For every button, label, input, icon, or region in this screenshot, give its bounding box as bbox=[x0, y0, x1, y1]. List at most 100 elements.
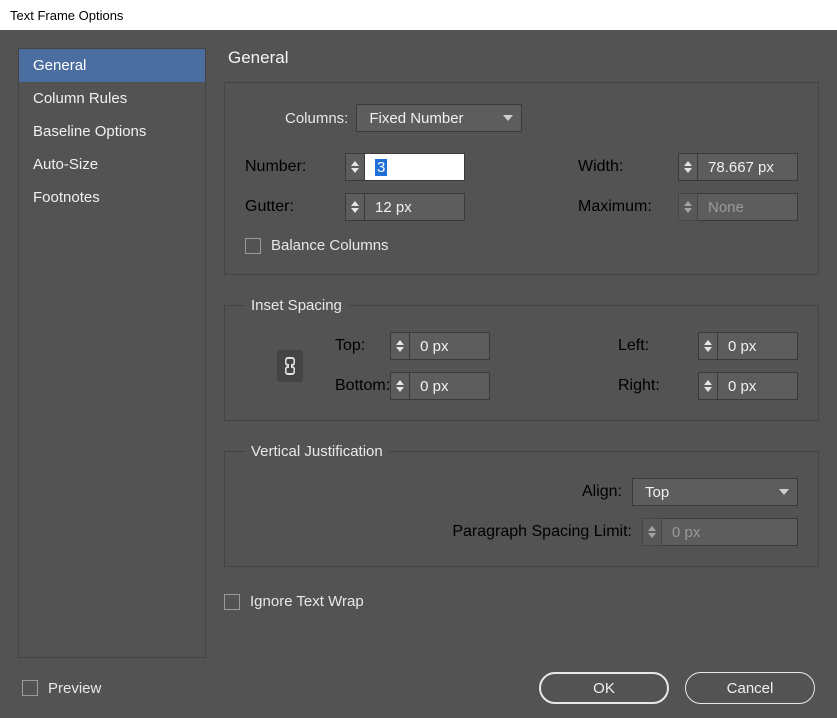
arrow-up-icon bbox=[704, 340, 712, 345]
ok-button[interactable]: OK bbox=[539, 672, 669, 704]
columns-grid: Number: 3 Width: bbox=[245, 153, 798, 221]
arrow-up-icon bbox=[396, 380, 404, 385]
dialog-window: Text Frame Options General Column Rules … bbox=[0, 0, 837, 718]
preview-checkbox[interactable] bbox=[22, 680, 38, 696]
number-stepper[interactable] bbox=[345, 153, 365, 181]
vj-align-row: Align: Top bbox=[245, 478, 798, 506]
balance-columns-checkbox[interactable] bbox=[245, 238, 261, 254]
balance-columns-row: Balance Columns bbox=[245, 237, 798, 254]
vj-psl-value: 0 px bbox=[672, 524, 700, 541]
link-values-icon[interactable] bbox=[277, 350, 303, 382]
ignore-wrap-row: Ignore Text Wrap bbox=[224, 593, 819, 610]
gutter-input[interactable]: 12 px bbox=[365, 193, 465, 221]
footer-buttons: OK Cancel bbox=[539, 672, 815, 704]
cancel-button[interactable]: Cancel bbox=[685, 672, 815, 704]
columns-fieldset: Columns: Fixed Number Number: bbox=[224, 82, 819, 275]
ok-label: OK bbox=[593, 680, 615, 697]
sidebar-item-label: Auto-Size bbox=[33, 156, 98, 173]
inset-right-spinbox[interactable]: 0 px bbox=[698, 372, 798, 400]
ignore-wrap-label: Ignore Text Wrap bbox=[250, 593, 364, 610]
inset-left-value: 0 px bbox=[728, 338, 756, 355]
arrow-down-icon bbox=[396, 387, 404, 392]
inset-fieldset: Inset Spacing Top: 0 px Left: bbox=[224, 297, 819, 421]
chevron-down-icon bbox=[779, 489, 789, 495]
vj-psl-spinbox: 0 px bbox=[642, 518, 798, 546]
dialog-footer: Preview OK Cancel bbox=[0, 658, 837, 718]
footer-left: Preview bbox=[22, 680, 101, 697]
sidebar-item-auto-size[interactable]: Auto-Size bbox=[19, 148, 205, 181]
inset-left-spinbox[interactable]: 0 px bbox=[698, 332, 798, 360]
cancel-label: Cancel bbox=[727, 680, 774, 697]
sidebar-item-label: Footnotes bbox=[33, 189, 100, 206]
arrow-up-icon bbox=[704, 380, 712, 385]
inset-bottom-spinbox[interactable]: 0 px bbox=[390, 372, 618, 400]
sidebar: General Column Rules Baseline Options Au… bbox=[18, 48, 206, 658]
inset-top-label: Top: bbox=[335, 337, 390, 355]
sidebar-item-general[interactable]: General bbox=[19, 49, 205, 82]
arrow-down-icon bbox=[396, 347, 404, 352]
inset-grid: Top: 0 px Left: 0 bbox=[245, 332, 798, 400]
vj-psl-label: Paragraph Spacing Limit: bbox=[452, 523, 632, 541]
maximum-spinbox: None bbox=[678, 193, 798, 221]
arrow-down-icon bbox=[648, 533, 656, 538]
inset-top-spinbox[interactable]: 0 px bbox=[390, 332, 618, 360]
window-title: Text Frame Options bbox=[10, 8, 123, 23]
sidebar-item-footnotes[interactable]: Footnotes bbox=[19, 181, 205, 214]
arrow-down-icon bbox=[704, 347, 712, 352]
inset-right-label: Right: bbox=[618, 377, 698, 395]
preview-label: Preview bbox=[48, 680, 101, 697]
width-input[interactable]: 78.667 px bbox=[698, 153, 798, 181]
maximum-input: None bbox=[698, 193, 798, 221]
width-label: Width: bbox=[578, 158, 678, 176]
inset-right-input[interactable]: 0 px bbox=[718, 372, 798, 400]
number-label: Number: bbox=[245, 158, 345, 176]
arrow-up-icon bbox=[684, 161, 692, 166]
vj-fieldset: Vertical Justification Align: Top Paragr… bbox=[224, 443, 819, 567]
vj-psl-stepper bbox=[642, 518, 662, 546]
ignore-wrap-checkbox[interactable] bbox=[224, 594, 240, 610]
sidebar-item-column-rules[interactable]: Column Rules bbox=[19, 82, 205, 115]
inset-top-input[interactable]: 0 px bbox=[410, 332, 490, 360]
inset-right-stepper[interactable] bbox=[698, 372, 718, 400]
inset-bottom-stepper[interactable] bbox=[390, 372, 410, 400]
sidebar-item-baseline-options[interactable]: Baseline Options bbox=[19, 115, 205, 148]
number-spinbox[interactable]: 3 bbox=[345, 153, 465, 181]
vj-legend: Vertical Justification bbox=[245, 443, 389, 460]
maximum-label: Maximum: bbox=[578, 198, 678, 216]
arrow-down-icon bbox=[684, 208, 692, 213]
inset-right-value: 0 px bbox=[728, 378, 756, 395]
inset-legend: Inset Spacing bbox=[245, 297, 348, 314]
gutter-spinbox[interactable]: 12 px bbox=[345, 193, 465, 221]
gutter-stepper[interactable] bbox=[345, 193, 365, 221]
inset-bottom-input[interactable]: 0 px bbox=[410, 372, 490, 400]
inset-left-input[interactable]: 0 px bbox=[718, 332, 798, 360]
vj-align-value: Top bbox=[645, 484, 669, 501]
arrow-down-icon bbox=[351, 168, 359, 173]
arrow-up-icon bbox=[351, 161, 359, 166]
width-stepper[interactable] bbox=[678, 153, 698, 181]
arrow-up-icon bbox=[648, 526, 656, 531]
client-area: General Column Rules Baseline Options Au… bbox=[0, 30, 837, 718]
page-title: General bbox=[224, 48, 819, 68]
arrow-up-icon bbox=[684, 201, 692, 206]
arrow-down-icon bbox=[684, 168, 692, 173]
arrow-up-icon bbox=[396, 340, 404, 345]
chevron-down-icon bbox=[503, 115, 513, 121]
main-row: General Column Rules Baseline Options Au… bbox=[0, 30, 837, 658]
columns-label: Columns: bbox=[285, 110, 356, 127]
inset-left-label: Left: bbox=[618, 337, 698, 355]
titlebar: Text Frame Options bbox=[0, 0, 837, 30]
balance-columns-label: Balance Columns bbox=[271, 237, 389, 254]
number-input[interactable]: 3 bbox=[365, 153, 465, 181]
columns-mode-dropdown[interactable]: Fixed Number bbox=[356, 104, 522, 132]
chain-icon bbox=[283, 356, 297, 376]
inset-left-stepper[interactable] bbox=[698, 332, 718, 360]
width-spinbox[interactable]: 78.667 px bbox=[678, 153, 798, 181]
vj-psl-input: 0 px bbox=[662, 518, 798, 546]
inset-bottom-label: Bottom: bbox=[335, 377, 390, 395]
sidebar-item-label: Baseline Options bbox=[33, 123, 146, 140]
vj-align-dropdown[interactable]: Top bbox=[632, 478, 798, 506]
sidebar-item-label: Column Rules bbox=[33, 90, 127, 107]
arrow-up-icon bbox=[351, 201, 359, 206]
inset-top-stepper[interactable] bbox=[390, 332, 410, 360]
